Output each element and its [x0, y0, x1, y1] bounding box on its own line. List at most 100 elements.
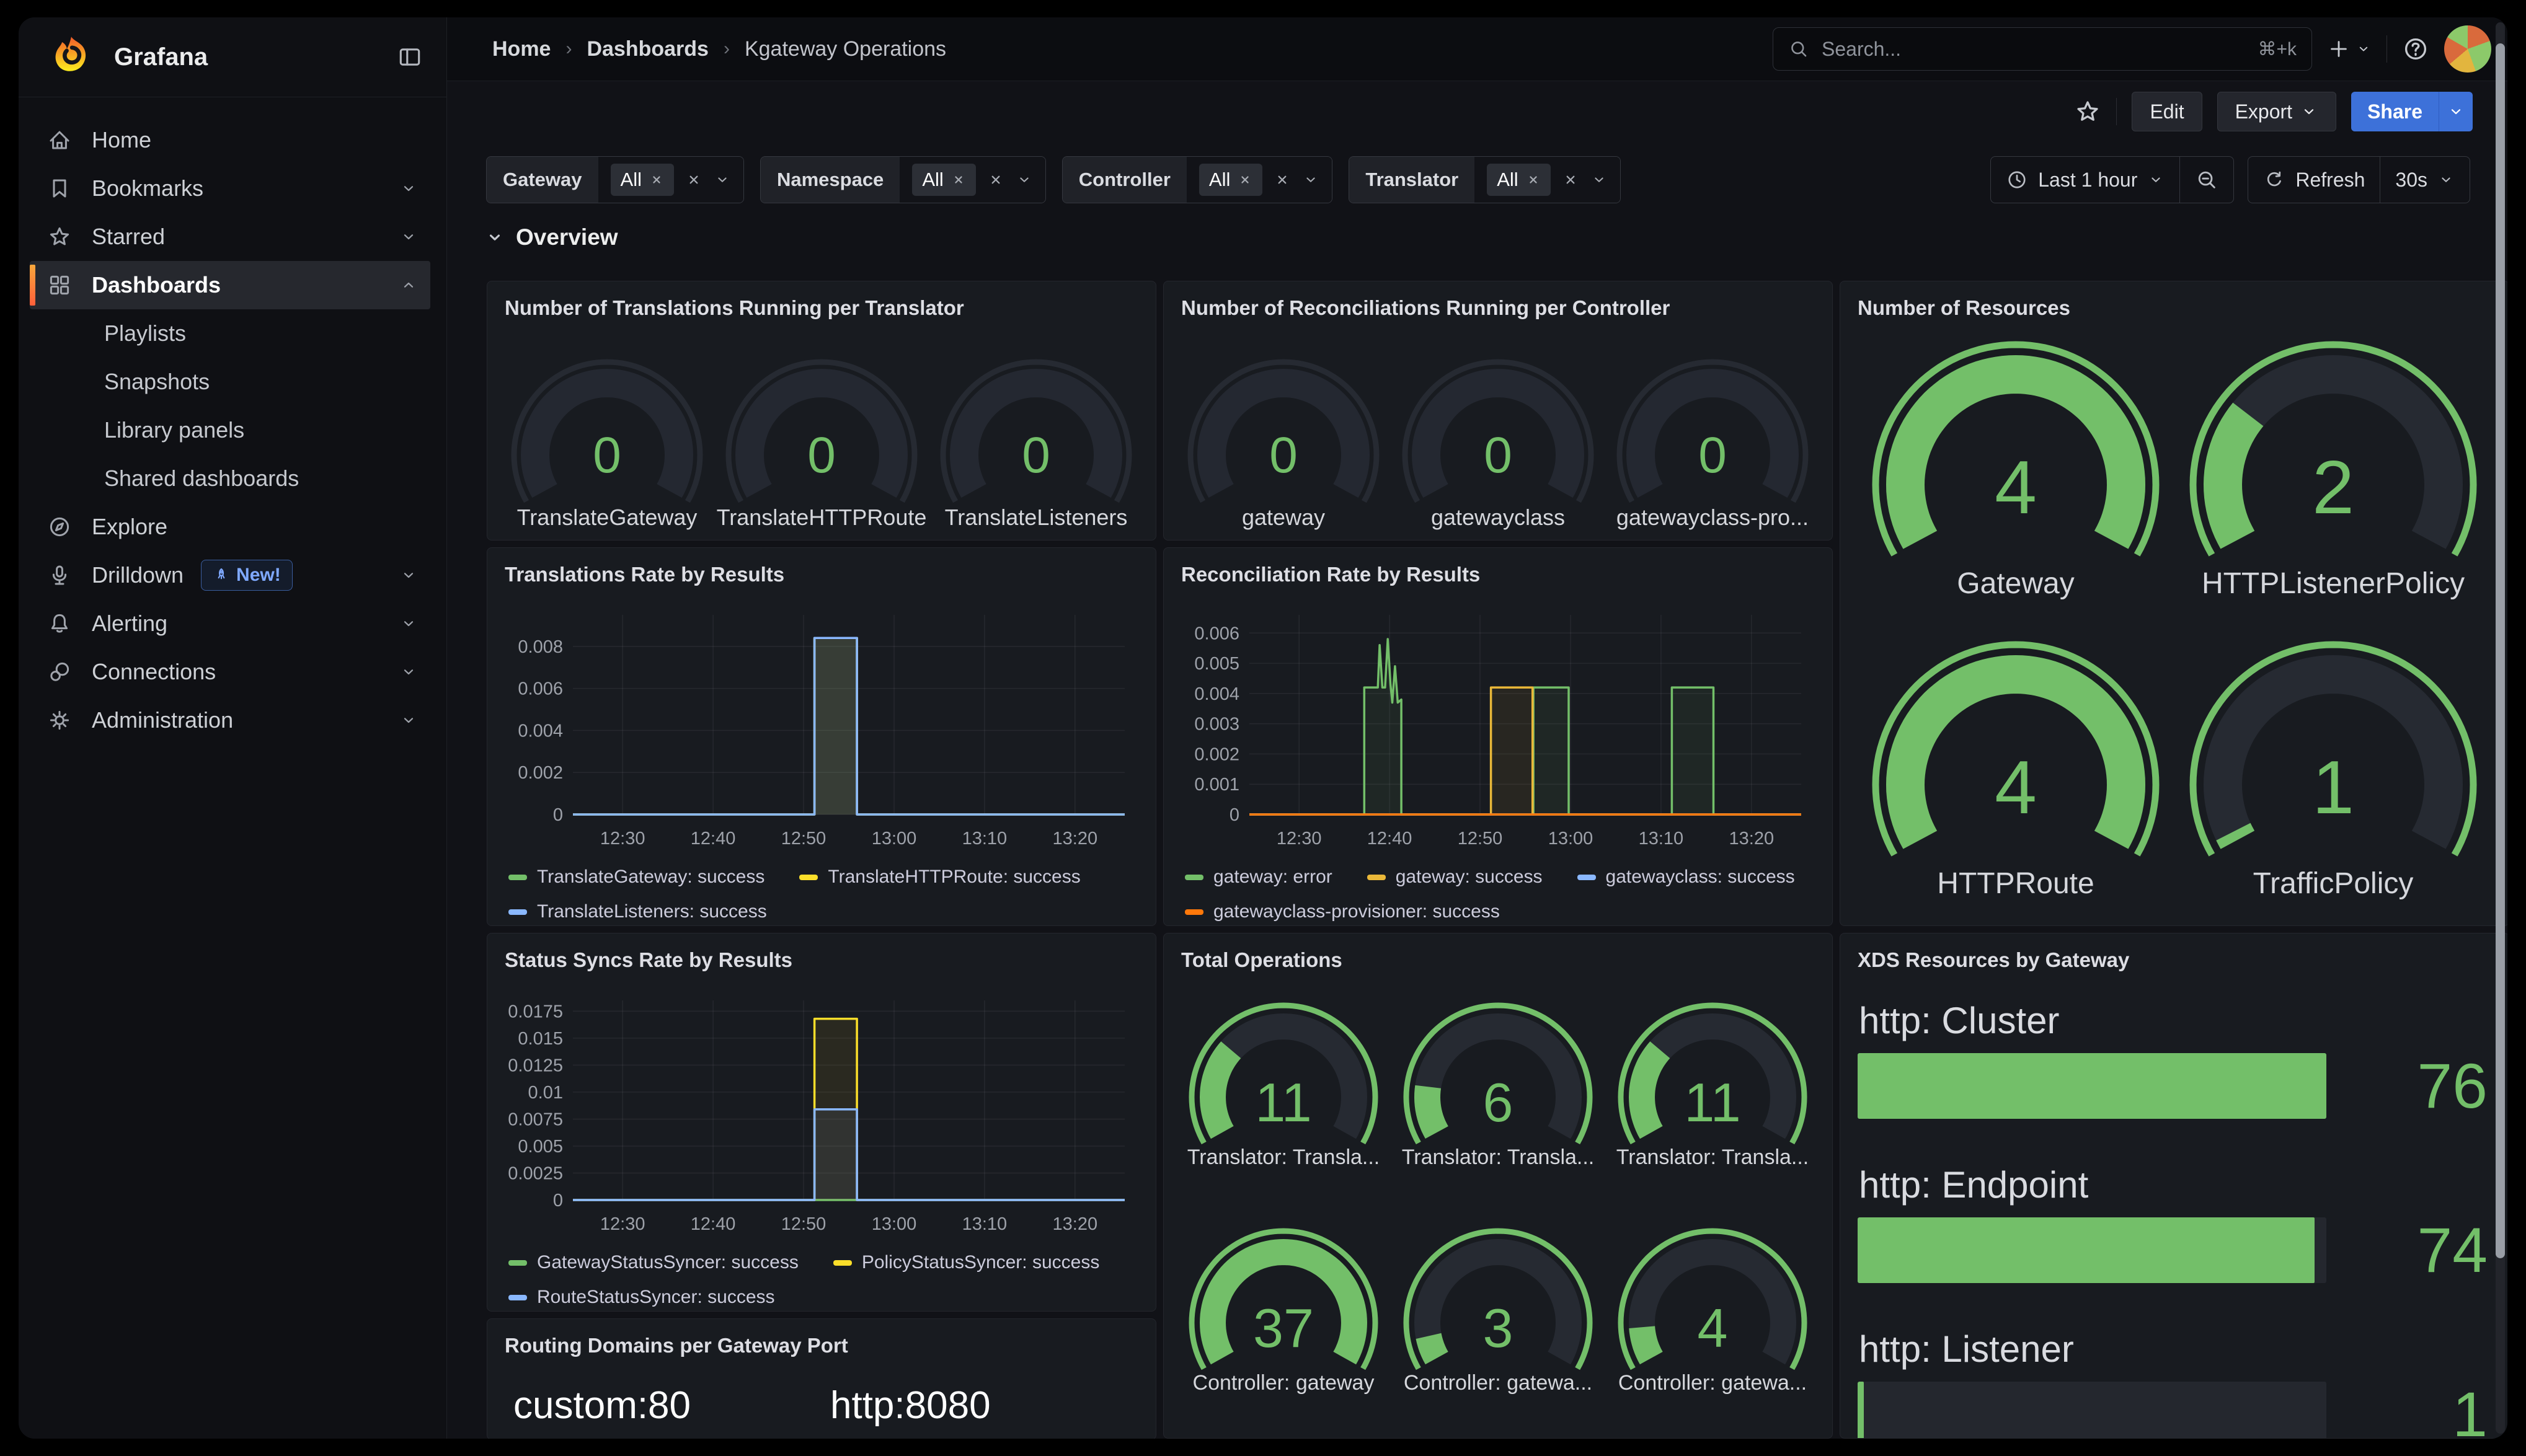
- chevron-down-icon[interactable]: [1016, 171, 1033, 188]
- filter-bar: Gateway All Namespace All Controller All…: [446, 145, 2507, 214]
- filter-namespace[interactable]: Namespace All: [760, 156, 1046, 203]
- search-box[interactable]: ⌘+k: [1773, 27, 2312, 71]
- help-button[interactable]: [2402, 35, 2429, 63]
- chevron-down-icon: [485, 227, 505, 247]
- legend-item-gateway-error[interactable]: gateway: error: [1185, 867, 1332, 888]
- filter-value-chip[interactable]: All: [1199, 164, 1262, 196]
- favorite-star-button[interactable]: [2074, 98, 2101, 125]
- panel-title[interactable]: Status Syncs Rate by Results: [505, 948, 1138, 972]
- sidebar-item-drilldown[interactable]: DrilldownNew!: [30, 551, 430, 599]
- legend-item-gatewayclass-success[interactable]: gatewayclass: success: [1577, 867, 1795, 888]
- panel-title[interactable]: Number of Translations Running per Trans…: [505, 296, 1138, 320]
- sidebar-item-library-panels[interactable]: Library panels: [30, 406, 430, 454]
- gauge-value: 4: [1858, 744, 2174, 831]
- filter-controller[interactable]: Controller All: [1062, 156, 1333, 203]
- sidebar-item-dashboards[interactable]: Dashboards: [30, 261, 430, 309]
- legend-item-translategateway-success[interactable]: TranslateGateway: success: [508, 867, 764, 888]
- edit-button[interactable]: Edit: [2132, 92, 2202, 131]
- chevron-down-icon[interactable]: [2439, 92, 2473, 131]
- sidebar-item-bookmarks[interactable]: Bookmarks: [30, 164, 430, 213]
- question-circle-icon: [2402, 35, 2429, 63]
- svg-text:0.006: 0.006: [518, 679, 563, 699]
- bar-value: 1: [2326, 1382, 2491, 1439]
- search-input[interactable]: [1820, 37, 2246, 61]
- sidebar-item-shared-dashboards[interactable]: Shared dashboards: [30, 454, 430, 503]
- clear-filter-icon[interactable]: [1274, 171, 1291, 188]
- breadcrumb-home[interactable]: Home: [492, 37, 551, 61]
- filter-value-chip[interactable]: All: [611, 164, 674, 196]
- filter-value-chip[interactable]: All: [1487, 164, 1550, 196]
- sidebar-item-starred[interactable]: Starred: [30, 213, 430, 261]
- refresh-button[interactable]: Refresh: [2248, 157, 2380, 203]
- refresh-interval-picker[interactable]: 30s: [2380, 157, 2470, 203]
- share-label: Share: [2351, 92, 2439, 131]
- add-button[interactable]: [2327, 37, 2372, 61]
- filter-label: Namespace: [761, 157, 900, 203]
- remove-value-icon[interactable]: [1526, 172, 1541, 187]
- gauge-label: TranslateGateway: [487, 505, 730, 531]
- legend-label: TranslateGateway: success: [537, 867, 764, 888]
- legend-item-translatehttproute-success[interactable]: TranslateHTTPRoute: success: [799, 867, 1080, 888]
- clear-filter-icon[interactable]: [685, 171, 702, 188]
- sidebar-item-playlists[interactable]: Playlists: [30, 309, 430, 358]
- sidebar-item-home[interactable]: Home: [30, 116, 430, 164]
- avatar[interactable]: [2444, 25, 2491, 73]
- gauge-label: Controller: gatewa...: [1590, 1371, 1833, 1395]
- legend-item-gatewayclass-provisioner-success[interactable]: gatewayclass-provisioner: success: [1185, 901, 1500, 922]
- sidebar-item-snapshots[interactable]: Snapshots: [30, 358, 430, 406]
- gauge-group: 11Translator: Transla...6Translator: Tra…: [1181, 988, 1815, 1407]
- gauge-translator-transla: 11Translator: Transla...: [1181, 988, 1386, 1181]
- clear-filter-icon[interactable]: [987, 171, 1004, 188]
- chevron-down-icon[interactable]: [1302, 171, 1319, 188]
- sidebar-collapse-icon[interactable]: [397, 44, 423, 70]
- remove-value-icon[interactable]: [649, 172, 664, 187]
- panel-title[interactable]: Routing Domains per Gateway Port: [505, 1334, 1138, 1357]
- panel-title[interactable]: Reconciliation Rate by Results: [1181, 563, 1815, 586]
- chevron-down-icon[interactable]: [714, 171, 731, 188]
- legend-item-gatewaystatussyncer-success[interactable]: GatewayStatusSyncer: success: [508, 1252, 799, 1273]
- remove-value-icon[interactable]: [1238, 172, 1252, 187]
- remove-value-icon[interactable]: [951, 172, 966, 187]
- panel-title[interactable]: Number of Resources: [1858, 296, 2491, 320]
- chart-legend: gateway: error gateway: success gatewaycla…: [1181, 867, 1815, 922]
- scrollbar[interactable]: [2496, 22, 2505, 1434]
- legend-item-translatelisteners-success[interactable]: TranslateListeners: success: [508, 901, 767, 922]
- scrollbar-thumb[interactable]: [2496, 43, 2505, 1258]
- export-button[interactable]: Export: [2217, 92, 2336, 131]
- zoom-out-button[interactable]: [2180, 157, 2233, 203]
- legend-swatch: [508, 875, 527, 880]
- sidebar-item-explore[interactable]: Explore: [30, 503, 430, 551]
- refresh-icon: [2263, 169, 2285, 191]
- bell-icon: [47, 611, 76, 636]
- clear-filter-icon[interactable]: [1562, 171, 1579, 188]
- divider: [2116, 98, 2117, 125]
- time-range-picker[interactable]: Last 1 hour: [1990, 156, 2234, 203]
- legend-item-gateway-success[interactable]: gateway: success: [1367, 867, 1543, 888]
- panel-title[interactable]: XDS Resources by Gateway: [1858, 948, 2491, 972]
- panel-title[interactable]: Number of Reconciliations Running per Co…: [1181, 296, 1815, 320]
- gauge-label: Translator: Transla...: [1163, 1145, 1406, 1170]
- sidebar-item-alerting[interactable]: Alerting: [30, 599, 430, 648]
- filter-value-chip[interactable]: All: [912, 164, 975, 196]
- panel-reconciliation-rate: Reconciliation Rate by Results 00.0010.0…: [1163, 547, 1833, 926]
- chevron-down-icon[interactable]: [1590, 171, 1608, 188]
- legend-item-routestatussyncer-success[interactable]: RouteStatusSyncer: success: [508, 1287, 775, 1308]
- panel-title[interactable]: Translations Rate by Results: [505, 563, 1138, 586]
- panel-title[interactable]: Total Operations: [1181, 948, 1815, 972]
- filter-translator[interactable]: Translator All: [1349, 156, 1620, 203]
- share-button[interactable]: Share: [2351, 92, 2473, 131]
- sidebar-item-connections[interactable]: Connections: [30, 648, 430, 696]
- legend-item-policystatussyncer-success[interactable]: PolicyStatusSyncer: success: [833, 1252, 1099, 1273]
- svg-text:12:30: 12:30: [600, 1214, 645, 1234]
- bar-row-http-cluster: 76: [1858, 1053, 2491, 1119]
- filter-gateway[interactable]: Gateway All: [486, 156, 744, 203]
- breadcrumb-dashboards[interactable]: Dashboards: [587, 37, 709, 61]
- top-navigation: Home›Dashboards›Kgateway Operations ⌘+k: [446, 17, 2507, 81]
- bar-value: 76: [2326, 1053, 2491, 1119]
- grafana-logo-icon[interactable]: [47, 33, 95, 81]
- svg-text:12:40: 12:40: [691, 829, 736, 849]
- refresh-controls[interactable]: Refresh 30s: [2248, 156, 2470, 203]
- section-overview-toggle[interactable]: Overview: [485, 224, 618, 250]
- sidebar-item-label: Shared dashboards: [104, 465, 299, 492]
- sidebar-item-administration[interactable]: Administration: [30, 696, 430, 744]
